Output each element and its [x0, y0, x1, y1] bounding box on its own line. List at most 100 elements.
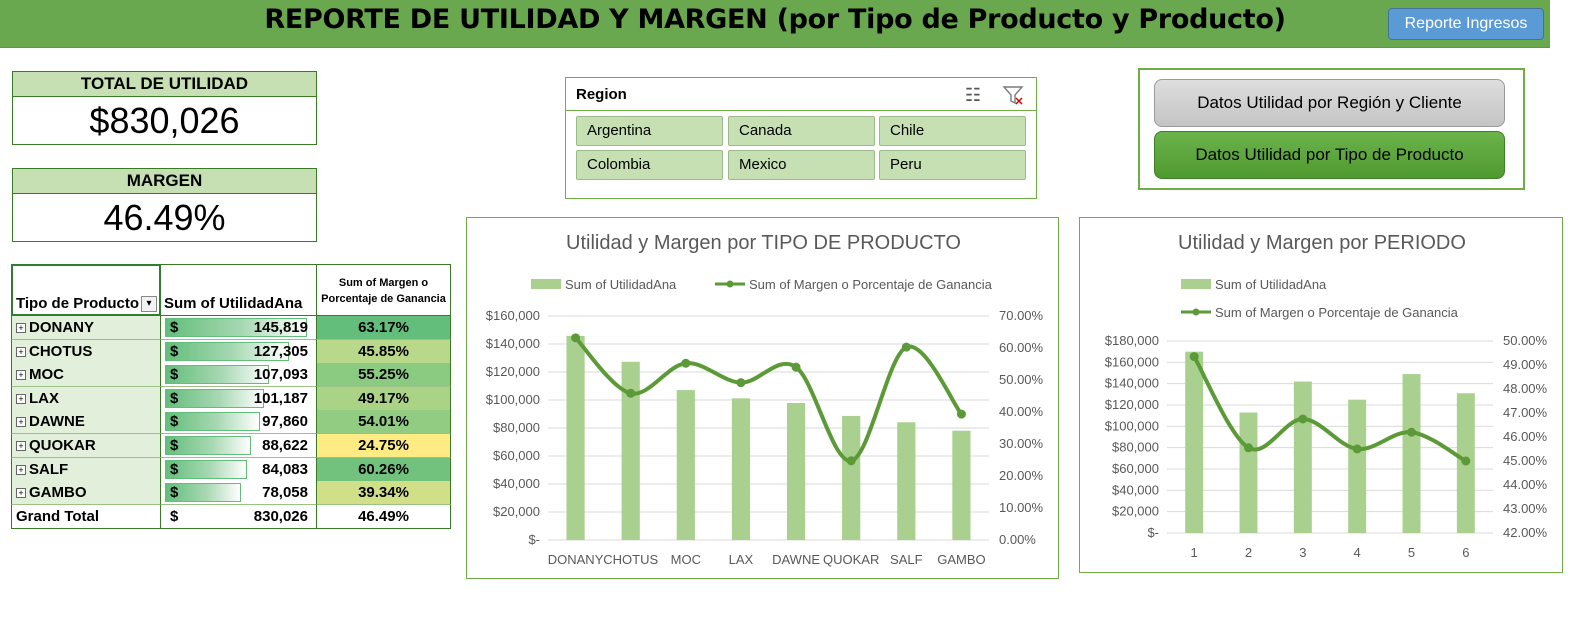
- legend-bar-swatch: [531, 279, 561, 289]
- y2-tick-label: 20.00%: [999, 468, 1044, 483]
- y-tick-label: $80,000: [1112, 440, 1159, 455]
- header-margen: Sum of Margen o Porcentaje de Ganancia: [317, 264, 451, 316]
- y2-tick-label: 0.00%: [999, 532, 1036, 547]
- multi-select-icon[interactable]: ☷: [962, 84, 984, 106]
- slicer-item-canada[interactable]: Canada: [728, 116, 875, 146]
- line-point: [956, 409, 966, 419]
- region-slicer: Region ☷ Argentina Canada Chile Colombia…: [565, 77, 1037, 199]
- currency-symbol: $: [170, 437, 179, 454]
- expand-icon[interactable]: +: [16, 488, 26, 499]
- header-tipo-producto[interactable]: Tipo de Producto ▾: [11, 264, 161, 316]
- row-label[interactable]: + LAX: [11, 386, 161, 411]
- line-point: [1352, 444, 1362, 454]
- currency-symbol: $: [170, 389, 179, 407]
- slicer-item-mexico[interactable]: Mexico: [728, 150, 875, 180]
- currency-symbol: $: [170, 366, 179, 384]
- chart2-svg: Sum of UtilidadAna Sum of Margen o Porcen…: [1105, 277, 1548, 560]
- margen-cell: 63.17%: [317, 316, 451, 340]
- margen-cell: 39.34%: [317, 481, 451, 506]
- expand-icon[interactable]: +: [16, 370, 26, 381]
- expand-icon[interactable]: +: [16, 441, 26, 451]
- row-label[interactable]: + QUOKAR: [11, 434, 161, 458]
- y-tick-label: $-: [1147, 525, 1159, 540]
- row-label[interactable]: + MOC: [11, 363, 161, 388]
- datos-region-cliente-button[interactable]: Datos Utilidad por Región y Cliente: [1154, 79, 1505, 127]
- y-tick-label: $140,000: [1105, 376, 1159, 391]
- table-row: + SALF $84,083 60.26%: [11, 457, 451, 482]
- expand-icon[interactable]: +: [16, 464, 26, 475]
- legend-bar-label: Sum of UtilidadAna: [1215, 277, 1327, 292]
- utilidad-cell: $78,058: [161, 481, 317, 506]
- row-label[interactable]: + GAMBO: [11, 481, 161, 506]
- currency-symbol: $: [170, 484, 179, 502]
- data-bar: [165, 388, 264, 408]
- utilidad-value: 107,093: [253, 366, 308, 384]
- bar: [1185, 351, 1204, 533]
- line-point: [1461, 456, 1471, 466]
- line-point: [1298, 414, 1308, 424]
- row-label[interactable]: + DONANY: [11, 316, 161, 340]
- table-row: + LAX $101,187 49.17%: [11, 386, 451, 411]
- data-bar: [165, 412, 260, 432]
- line-point: [681, 358, 691, 368]
- x-tick-label: LAX: [729, 552, 754, 567]
- legend-bar-label: Sum of UtilidadAna: [565, 277, 677, 292]
- currency-symbol: $: [170, 319, 179, 336]
- bar: [786, 402, 806, 540]
- bar: [842, 415, 861, 540]
- utilidad-value: 101,187: [253, 389, 308, 407]
- line-point: [1189, 352, 1199, 362]
- y-tick-label: $60,000: [493, 448, 540, 463]
- expand-icon[interactable]: +: [16, 393, 26, 404]
- row-label[interactable]: + SALF: [11, 457, 161, 482]
- row-name: MOC: [29, 366, 64, 384]
- utilidad-cell: $88,622: [161, 434, 317, 458]
- line-point: [626, 388, 636, 398]
- utilidad-cell: $145,819: [161, 316, 317, 340]
- margen-cell: 55.25%: [317, 363, 451, 388]
- x-tick-label: 6: [1462, 545, 1469, 560]
- x-tick-label: MOC: [671, 552, 701, 567]
- chart1-svg: Sum of UtilidadAna Sum of Margen o Porcen…: [486, 277, 1044, 567]
- y-tick-label: $180,000: [1105, 333, 1159, 348]
- slicer-item-argentina[interactable]: Argentina: [576, 116, 723, 146]
- slicer-divider: [566, 110, 1036, 111]
- slicer-item-colombia[interactable]: Colombia: [576, 150, 723, 180]
- slicer-item-peru[interactable]: Peru: [879, 150, 1026, 180]
- margen-cell: 60.26%: [317, 457, 451, 482]
- utilidad-cell: $101,187: [161, 386, 317, 411]
- header-tipo-producto-label: Tipo de Producto: [16, 295, 140, 312]
- margen-cell: 49.17%: [317, 386, 451, 411]
- expand-icon[interactable]: +: [16, 346, 26, 357]
- clear-filter-icon[interactable]: [1002, 84, 1024, 106]
- x-tick-label: GAMBO: [937, 552, 985, 567]
- grand-total-row: Grand Total $830,026 46.49%: [11, 504, 451, 529]
- y-tick-label: $140,000: [486, 336, 540, 351]
- reporte-ingresos-button[interactable]: Reporte Ingresos: [1388, 8, 1544, 40]
- x-tick-label: 4: [1354, 545, 1361, 560]
- expand-icon[interactable]: +: [16, 417, 26, 428]
- legend-line-label: Sum of Margen o Porcentaje de Ganancia: [749, 277, 993, 292]
- bar: [1293, 381, 1312, 533]
- datos-tipo-producto-button[interactable]: Datos Utilidad por Tipo de Producto: [1154, 131, 1505, 179]
- utilidad-value: 78,058: [262, 484, 308, 502]
- bar: [952, 430, 971, 540]
- y2-tick-label: 50.00%: [1503, 333, 1548, 348]
- header-utilidad-label: Sum of UtilidadAna: [164, 295, 303, 312]
- x-tick-label: DAWNE: [772, 552, 820, 567]
- currency-symbol: $: [170, 342, 179, 360]
- bar: [731, 398, 751, 540]
- expand-icon[interactable]: +: [16, 323, 26, 333]
- bar: [897, 422, 916, 540]
- slicer-item-chile[interactable]: Chile: [879, 116, 1026, 146]
- filter-dropdown-icon[interactable]: ▾: [141, 296, 157, 312]
- x-tick-label: 5: [1408, 545, 1415, 560]
- y2-tick-label: 44.00%: [1503, 477, 1548, 492]
- row-label[interactable]: + DAWNE: [11, 410, 161, 435]
- margen-cell: 45.85%: [317, 339, 451, 364]
- line-point: [1407, 427, 1416, 437]
- y-tick-label: $40,000: [493, 476, 540, 491]
- utilidad-value: 84,083: [262, 460, 308, 478]
- y-tick-label: $120,000: [486, 364, 540, 379]
- row-label[interactable]: + CHOTUS: [11, 339, 161, 364]
